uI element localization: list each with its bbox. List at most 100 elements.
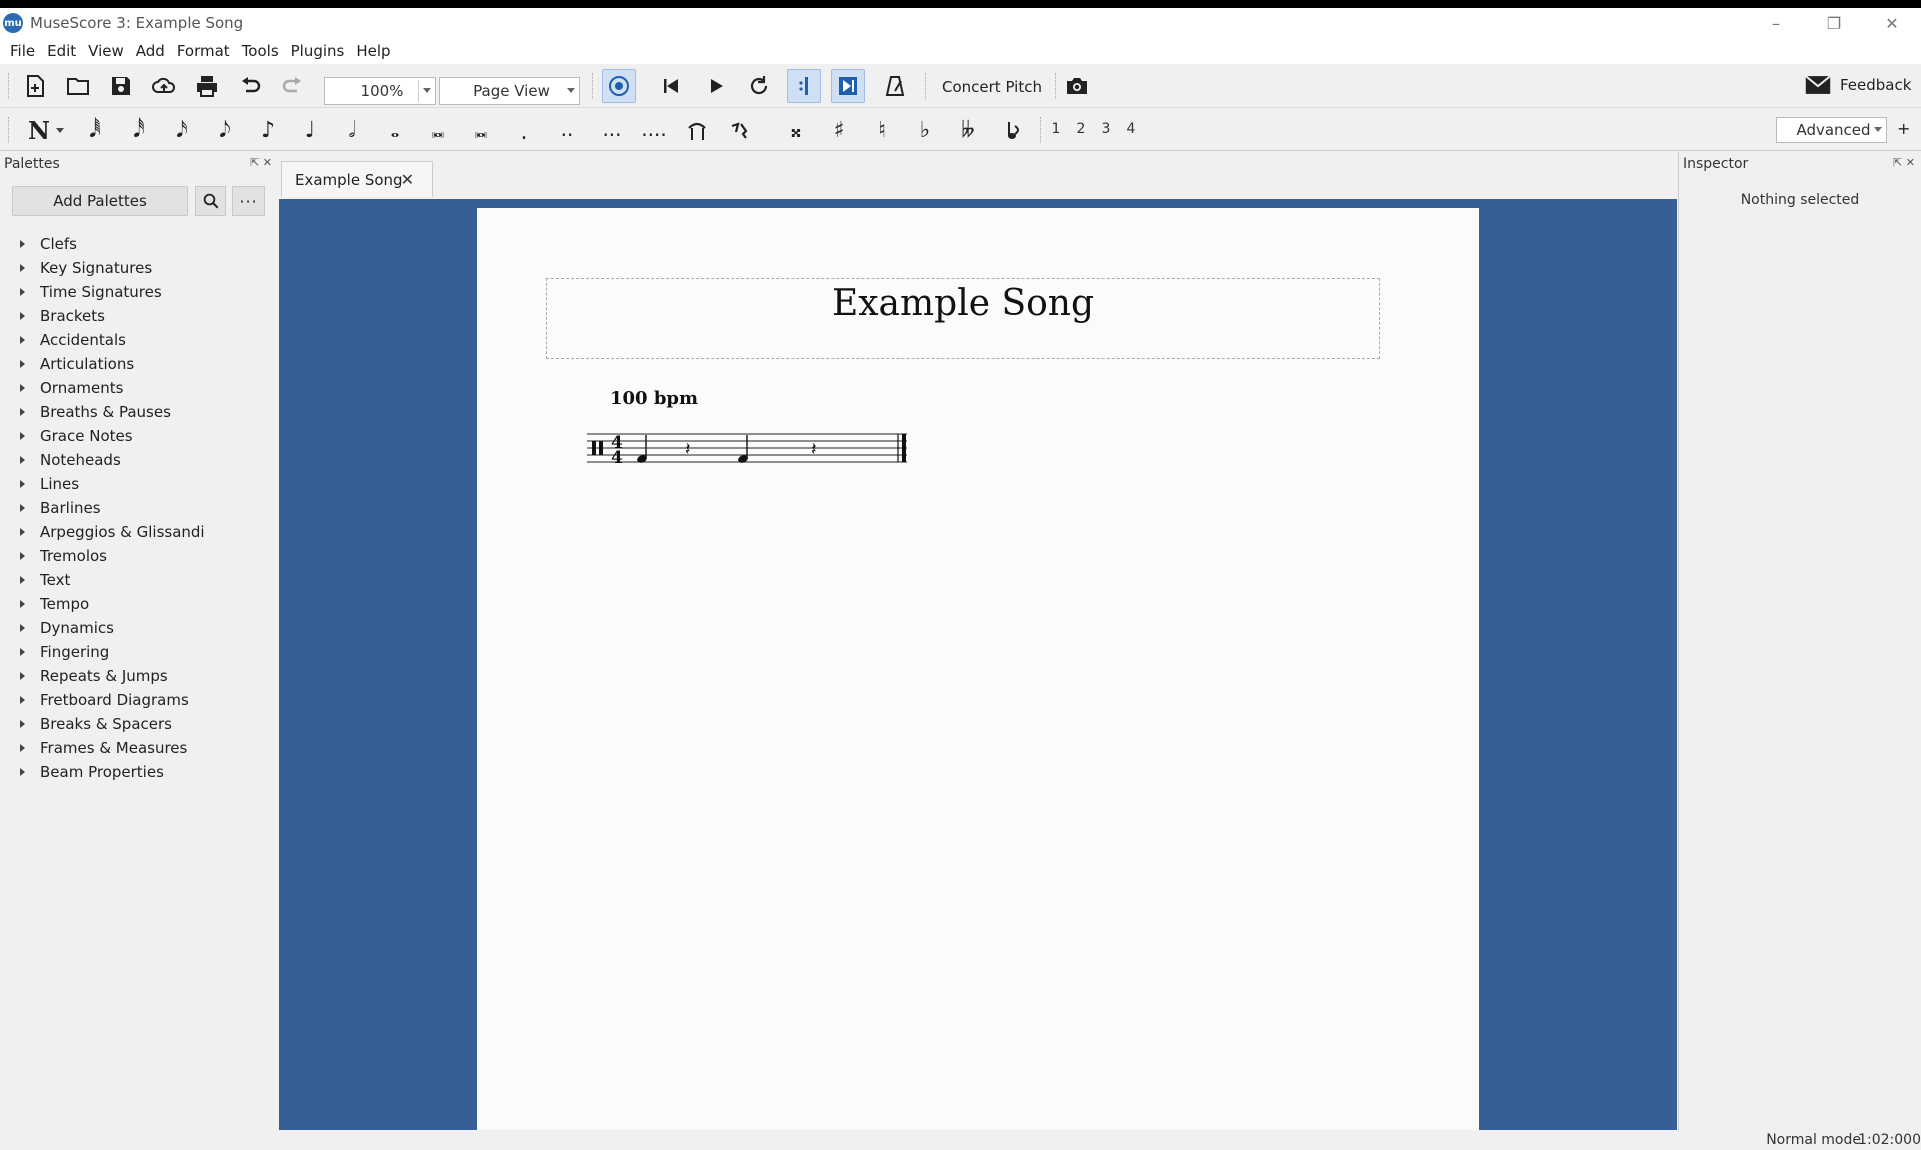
palette-item-brackets[interactable]: Brackets — [0, 304, 278, 328]
duration-half-icon[interactable]: 𝅗𝅥 — [337, 115, 367, 145]
view-mode-select[interactable]: Page View — [439, 77, 580, 105]
restore-button[interactable]: ❐ — [1805, 8, 1863, 38]
palette-item-time-signatures[interactable]: Time Signatures — [0, 280, 278, 304]
palette-item-fretboard-diagrams[interactable]: Fretboard Diagrams — [0, 688, 278, 712]
rewind-icon[interactable] — [654, 69, 688, 103]
voice-3-button[interactable]: 3 — [1100, 121, 1112, 137]
duration-64th-icon[interactable]: 𝅘𝅥𝅰 — [124, 115, 154, 145]
palette-item-arpeggios-glissandi[interactable]: Arpeggios & Glissandi — [0, 520, 278, 544]
duration-breve-icon[interactable]: 𝅜 — [423, 115, 453, 145]
palette-item-grace-notes[interactable]: Grace Notes — [0, 424, 278, 448]
palette-item-fingering[interactable]: Fingering — [0, 640, 278, 664]
open-folder-icon[interactable] — [61, 69, 95, 103]
palette-item-tempo[interactable]: Tempo — [0, 592, 278, 616]
note-input-mode-button[interactable]: N — [22, 115, 70, 145]
feedback-button[interactable]: Feedback — [1804, 75, 1911, 95]
print-icon[interactable] — [190, 69, 224, 103]
workspace-select[interactable]: Advanced — [1776, 117, 1887, 143]
palette-item-lines[interactable]: Lines — [0, 472, 278, 496]
duration-whole-icon[interactable]: 𝅝 — [380, 115, 410, 145]
menu-plugins[interactable]: Plugins — [285, 42, 351, 60]
triple-dot-icon[interactable]: ··· — [595, 123, 629, 147]
time-signature-bottom[interactable]: 4 — [611, 448, 623, 468]
double-dot-icon[interactable]: ·· — [552, 123, 582, 147]
metronome-icon[interactable] — [878, 69, 912, 103]
new-score-icon[interactable] — [18, 69, 52, 103]
flip-direction-icon[interactable] — [996, 113, 1030, 147]
palette-item-noteheads[interactable]: Noteheads — [0, 448, 278, 472]
palette-item-beam-properties[interactable]: Beam Properties — [0, 760, 278, 784]
title-frame[interactable]: Example Song — [546, 278, 1380, 359]
add-workspace-button[interactable]: + — [1897, 119, 1910, 138]
palette-item-text[interactable]: Text — [0, 568, 278, 592]
duration-32nd-icon[interactable]: 𝅘𝅥𝅯 — [167, 115, 197, 145]
play-repeats-icon[interactable] — [787, 69, 821, 103]
voice-1-button[interactable]: 1 — [1050, 121, 1062, 137]
menu-edit[interactable]: Edit — [41, 42, 82, 60]
tie-icon[interactable] — [680, 113, 714, 147]
duration-longa-icon[interactable]: 𝅜 — [466, 115, 496, 145]
tempo-marking[interactable]: 100 bpm — [610, 388, 698, 409]
camera-icon[interactable] — [1060, 69, 1094, 103]
score-title[interactable]: Example Song — [547, 279, 1379, 329]
natural-icon[interactable]: ♮ — [867, 115, 897, 145]
menu-tools[interactable]: Tools — [236, 42, 285, 60]
close-tab-icon[interactable]: ✕ — [401, 170, 414, 189]
palette-item-dynamics[interactable]: Dynamics — [0, 616, 278, 640]
palette-search-button[interactable] — [195, 186, 226, 216]
augmentation-dot-icon[interactable]: . — [509, 117, 539, 147]
add-palettes-button[interactable]: Add Palettes — [12, 186, 188, 216]
palette-item-tremolos[interactable]: Tremolos — [0, 544, 278, 568]
voice-2-button[interactable]: 2 — [1075, 121, 1087, 137]
score-page[interactable]: Example Song 100 bpm 4 4 𝄽 𝄽 — [477, 208, 1479, 1130]
duration-quarter-icon[interactable]: ♩ — [295, 115, 325, 145]
pan-score-icon[interactable] — [831, 69, 865, 103]
duration-128th-icon[interactable]: 𝅘𝅥𝅱 — [80, 115, 110, 145]
menu-file[interactable]: File — [4, 42, 41, 60]
duration-eighth-icon[interactable]: ♪ — [253, 115, 283, 145]
quarter-note[interactable] — [737, 435, 749, 464]
save-icon[interactable] — [104, 69, 138, 103]
quadruple-dot-icon[interactable]: ···· — [636, 123, 672, 147]
double-sharp-icon[interactable]: 𝄪 — [781, 115, 811, 145]
menu-add[interactable]: Add — [130, 42, 171, 60]
close-window-button[interactable]: ✕ — [1863, 8, 1921, 38]
flat-icon[interactable]: ♭ — [910, 115, 940, 145]
voice-4-button[interactable]: 4 — [1125, 121, 1137, 137]
palette-item-breaks-spacers[interactable]: Breaks & Spacers — [0, 712, 278, 736]
palette-item-ornaments[interactable]: Ornaments — [0, 376, 278, 400]
palette-item-accidentals[interactable]: Accidentals — [0, 328, 278, 352]
palette-item-repeats-jumps[interactable]: Repeats & Jumps — [0, 664, 278, 688]
quarter-note[interactable] — [636, 435, 648, 464]
palette-item-barlines[interactable]: Barlines — [0, 496, 278, 520]
redo-icon[interactable] — [276, 69, 310, 103]
undo-icon[interactable] — [233, 69, 267, 103]
palette-item-articulations[interactable]: Articulations — [0, 352, 278, 376]
quarter-rest[interactable]: 𝄽 — [811, 439, 817, 460]
palette-item-frames-measures[interactable]: Frames & Measures — [0, 736, 278, 760]
palette-item-clefs[interactable]: Clefs — [0, 232, 278, 256]
panel-undock-close-icon[interactable]: ⇱ ✕ — [250, 156, 272, 169]
sharp-icon[interactable]: ♯ — [824, 115, 854, 145]
quarter-rest[interactable]: 𝄽 — [685, 439, 691, 460]
cloud-upload-icon[interactable] — [147, 69, 181, 103]
zoom-combo[interactable]: 100% — [324, 77, 436, 105]
double-flat-icon[interactable]: 𝄫 — [953, 115, 983, 145]
play-icon[interactable] — [699, 69, 733, 103]
menu-help[interactable]: Help — [350, 42, 396, 60]
palette-item-key-signatures[interactable]: Key Signatures — [0, 256, 278, 280]
duration-16th-icon[interactable]: 𝅘𝅥𝅮 — [210, 115, 240, 145]
score-canvas[interactable]: Example Song 100 bpm 4 4 𝄽 𝄽 — [279, 199, 1677, 1130]
rest-icon[interactable] — [722, 113, 756, 147]
loop-icon[interactable] — [742, 69, 776, 103]
minimize-button[interactable]: – — [1747, 8, 1805, 38]
palette-toggle-icon[interactable] — [602, 69, 636, 103]
staff[interactable]: 4 4 𝄽 𝄽 — [587, 408, 917, 468]
palette-more-button[interactable]: ··· — [232, 186, 265, 216]
palette-item-breaths-pauses[interactable]: Breaths & Pauses — [0, 400, 278, 424]
concert-pitch-toggle[interactable]: Concert Pitch — [942, 78, 1042, 96]
menu-view[interactable]: View — [82, 42, 130, 60]
menu-format[interactable]: Format — [171, 42, 236, 60]
tab-example-song[interactable]: Example Song ✕ — [281, 161, 433, 197]
panel-undock-close-icon[interactable]: ⇱ ✕ — [1893, 156, 1915, 169]
